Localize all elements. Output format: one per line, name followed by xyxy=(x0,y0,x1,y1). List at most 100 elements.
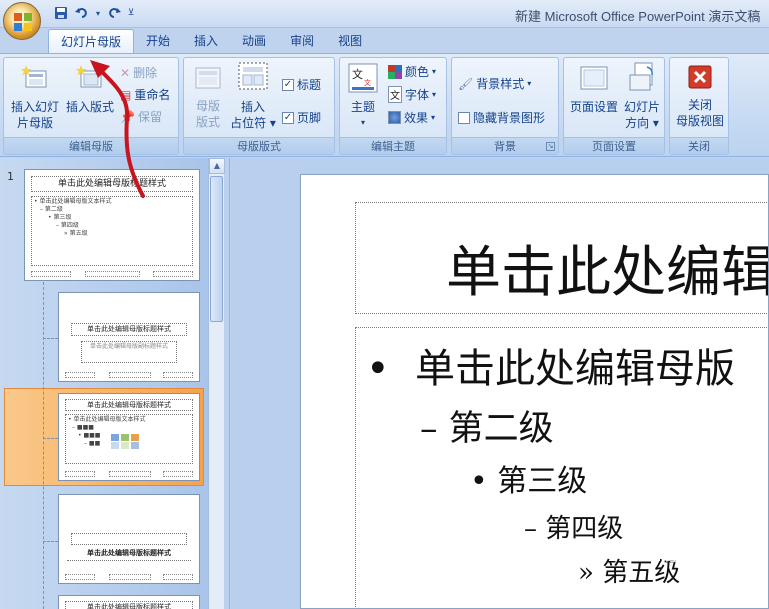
title-placeholder[interactable]: 单击此处编辑 xyxy=(355,202,768,314)
quick-access-toolbar: ▾ ⊻ xyxy=(52,4,136,22)
background-styles-icon: 🖌 xyxy=(458,76,474,91)
layout-tree-connector xyxy=(43,282,44,609)
insert-layout-button[interactable]: 插入版式 xyxy=(61,63,119,115)
rename-button[interactable]: ▤ 重命名 xyxy=(120,86,170,103)
delete-label: 删除 xyxy=(133,66,158,80)
group-edit-theme: 文文 主题 ▾ 颜色 ▾ 文 字体 ▾ 效果 ▾ 编辑主题 xyxy=(339,57,447,155)
content-placeholder-icons xyxy=(111,434,139,449)
close-master-view-button[interactable]: 关闭 母版视图 xyxy=(672,63,728,129)
rename-icon: ▤ xyxy=(120,87,132,102)
level-2-label: 第二级 xyxy=(448,409,554,449)
master-layout-icon xyxy=(195,67,221,89)
background-styles-dropdown-icon: ▾ xyxy=(527,79,532,88)
level-3-label: 第三级 xyxy=(497,464,588,499)
level-4-label: 第四级 xyxy=(545,514,624,544)
tab-insert[interactable]: 插入 xyxy=(182,29,230,53)
layout-thumbnail[interactable]: 单击此处编辑母版标题样式 xyxy=(58,494,200,584)
group-label-close: 关闭 xyxy=(670,137,728,154)
group-label-background: 背景 xyxy=(452,137,558,154)
footer-checkbox-box[interactable]: ✓ xyxy=(282,111,294,124)
office-button[interactable] xyxy=(3,2,41,40)
thumbnail-scrollbar[interactable]: ▲ xyxy=(208,158,225,609)
hide-background-checkbox-box[interactable]: ✓ xyxy=(458,111,470,124)
layout-connector-2 xyxy=(43,438,58,439)
close-master-label-1: 关闭 xyxy=(687,98,712,112)
layout-connector-3 xyxy=(43,541,58,542)
group-label-edit-theme: 编辑主题 xyxy=(340,137,446,154)
background-styles-label: 背景样式 xyxy=(476,77,525,91)
slide-orientation-label-2: 方向 ▾ xyxy=(625,116,659,130)
title-checkbox-label: 标题 xyxy=(297,78,322,92)
effects-button[interactable]: 效果 ▾ xyxy=(388,109,435,126)
layout-thumbnail[interactable]: 单击此处编辑母版标题样式 单击此处编辑母版副标题样式 xyxy=(58,292,200,382)
colors-button[interactable]: 颜色 ▾ xyxy=(388,63,436,80)
group-label-master-layout: 母版版式 xyxy=(184,137,334,154)
layout-thumb-title: 单击此处编辑母版标题样式 xyxy=(65,399,193,411)
title-checkbox-box[interactable]: ✓ xyxy=(282,78,294,91)
slide-orientation-icon xyxy=(629,62,653,91)
page-setup-label: 页面设置 xyxy=(569,100,618,114)
body-placeholder[interactable]: • 单击此处编辑母版 – 第二级 • 第三级 – 第四级 » 第五级 xyxy=(355,327,768,608)
scroll-thumb[interactable] xyxy=(210,176,223,322)
insert-placeholder-button[interactable]: 插入 占位符 ▾ xyxy=(230,61,276,131)
theme-button[interactable]: 文文 主题 ▾ xyxy=(343,63,383,131)
undo-icon[interactable] xyxy=(73,4,91,22)
thumb-master-footer-date xyxy=(31,271,71,277)
tab-home[interactable]: 开始 xyxy=(134,29,182,53)
delete-button[interactable]: ✕ 删除 xyxy=(120,64,157,81)
save-icon[interactable] xyxy=(52,4,70,22)
level-1-text: • 单击此处编辑母版 xyxy=(366,336,735,394)
slide-orientation-button[interactable]: 幻灯片 方向 ▾ xyxy=(620,61,664,131)
colors-icon xyxy=(388,64,402,79)
master-layout-label-1: 母版 xyxy=(195,99,220,113)
fonts-button[interactable]: 文 字体 ▾ xyxy=(388,86,436,103)
level-4-bullet: – xyxy=(524,514,537,544)
tab-animations[interactable]: 动画 xyxy=(230,29,278,53)
insert-slide-master-button[interactable]: 插入幻灯 片母版 xyxy=(7,63,63,131)
tab-view[interactable]: 视图 xyxy=(326,29,374,53)
delete-icon: ✕ xyxy=(120,65,131,80)
insert-placeholder-icon xyxy=(238,62,268,90)
level-3-text: • 第三级 xyxy=(470,456,587,500)
tab-review[interactable]: 审阅 xyxy=(278,29,326,53)
background-dialog-launcher-icon[interactable]: ↘ xyxy=(546,142,555,151)
preserve-button[interactable]: 📌 保留 xyxy=(120,108,162,125)
preserve-label: 保留 xyxy=(137,110,162,124)
thumb-master-line-5: » 第五级 xyxy=(64,230,88,237)
level-1-bullet: • xyxy=(366,346,390,392)
layout-connector-1 xyxy=(43,338,58,339)
tab-slide-master[interactable]: 幻灯片母版 xyxy=(48,29,135,53)
group-background: 🖌 背景样式▾ ✓ 隐藏背景图形 背景 ↘ xyxy=(451,57,559,155)
redo-icon[interactable] xyxy=(105,4,123,22)
title-checkbox[interactable]: ✓ 标题 xyxy=(282,76,321,93)
undo-dropdown-icon[interactable]: ▾ xyxy=(94,4,102,22)
slide-thumbnail-pane: 1 单击此处编辑母版标题样式 • 单击此处编辑母版文本样式 – 第二级 • 第三… xyxy=(0,158,230,609)
colors-label: 颜色 xyxy=(405,65,430,79)
fonts-label: 字体 xyxy=(405,88,430,102)
theme-label: 主题 xyxy=(350,100,375,114)
layout-thumb-footer-right xyxy=(163,372,193,378)
thumb-master-line-4: – 第四级 xyxy=(56,222,79,229)
office-logo-icon xyxy=(14,13,32,31)
layout-thumbnail[interactable]: 单击此处编辑母版标题样式 xyxy=(58,595,200,609)
hide-background-checkbox[interactable]: ✓ 隐藏背景图形 xyxy=(458,109,545,126)
insert-layout-label: 插入版式 xyxy=(65,100,114,114)
footer-checkbox[interactable]: ✓ 页脚 xyxy=(282,109,321,126)
close-master-view-icon xyxy=(688,65,712,89)
customize-toolbar-icon[interactable]: ⊻ xyxy=(126,4,136,22)
background-styles-button[interactable]: 🖌 背景样式 ▾ xyxy=(458,75,531,92)
master-layout-button[interactable]: 母版 版式 xyxy=(188,66,228,130)
page-setup-icon xyxy=(580,66,608,90)
slide-master-thumbnail[interactable]: 单击此处编辑母版标题样式 • 单击此处编辑母版文本样式 – 第二级 • 第三级 … xyxy=(24,169,200,281)
master-slide-canvas[interactable]: 单击此处编辑 • 单击此处编辑母版 – 第二级 • 第三级 – 第四级 » 第五… xyxy=(300,174,769,609)
scroll-up-icon[interactable]: ▲ xyxy=(209,158,225,174)
ribbon-tabs: 幻灯片母版 开始 插入 动画 审阅 视图 xyxy=(48,29,374,53)
insert-placeholder-label-1: 插入 xyxy=(240,100,265,114)
window-title: 新建 Microsoft Office PowerPoint 演示文稿 xyxy=(515,9,761,24)
page-setup-button[interactable]: 页面设置 xyxy=(566,63,622,115)
insert-slide-master-label-1: 插入幻灯 xyxy=(10,100,59,114)
layout-thumbnail-selected[interactable]: 单击此处编辑母版标题样式 • 单击此处编辑母版文本样式 – ■■■ • ■■■ … xyxy=(58,393,200,481)
layout-thumb-footer-right xyxy=(163,574,193,580)
group-edit-master: 插入幻灯 片母版 插入版式 ✕ 删除 ▤ 重命名 📌 保留 编辑母版 xyxy=(3,57,179,155)
ribbon: 插入幻灯 片母版 插入版式 ✕删除 ▤重命名 📌保留 编辑母版 母版 版式 xyxy=(0,53,769,157)
